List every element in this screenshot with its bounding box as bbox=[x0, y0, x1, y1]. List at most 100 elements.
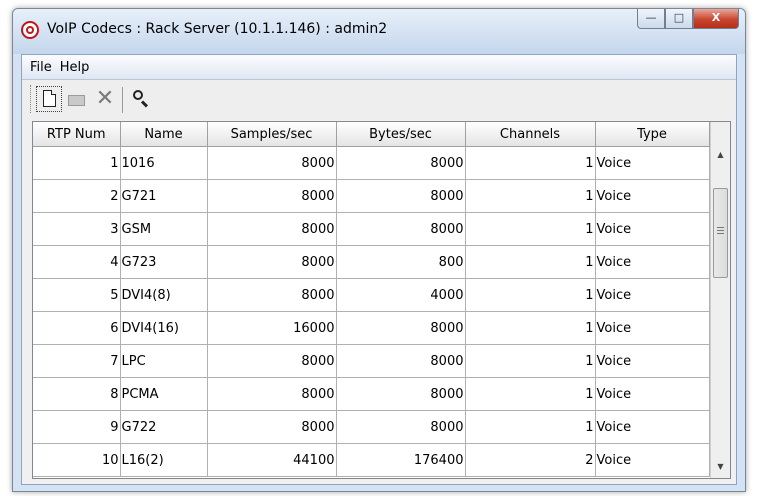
cell-type: Voice bbox=[595, 311, 710, 345]
cell-name: G723 bbox=[120, 245, 208, 279]
cell-bytes: 8000 bbox=[336, 212, 466, 246]
cell-rtp-num: 8 bbox=[33, 377, 121, 411]
cell-channels: 1 bbox=[465, 146, 596, 180]
cell-channels: 1 bbox=[465, 179, 596, 213]
cell-type: Voice bbox=[595, 245, 710, 279]
table-row[interactable]: 8 PCMA 8000 8000 1 Voice bbox=[33, 377, 710, 411]
cell-rtp-num: 2 bbox=[33, 179, 121, 213]
cell-channels: 1 bbox=[465, 245, 596, 279]
cell-rtp-num: 9 bbox=[33, 410, 121, 444]
cell-channels: 1 bbox=[465, 410, 596, 444]
table-row[interactable]: 1 1016 8000 8000 1 Voice bbox=[33, 146, 710, 180]
column-header-type[interactable]: Type bbox=[595, 122, 710, 147]
cell-rtp-num: 1 bbox=[33, 146, 121, 180]
cell-channels: 1 bbox=[465, 377, 596, 411]
cell-rtp-num: 3 bbox=[33, 212, 121, 246]
window-title: VoIP Codecs : Rack Server (10.1.1.146) :… bbox=[47, 21, 388, 37]
app-logo-icon bbox=[21, 21, 39, 39]
cell-samples: 8000 bbox=[207, 245, 337, 279]
new-icon[interactable] bbox=[36, 86, 62, 112]
cell-samples: 16000 bbox=[207, 311, 337, 345]
scroll-down-icon[interactable]: ▼ bbox=[711, 458, 730, 476]
app-window: VoIP Codecs : Rack Server (10.1.1.146) :… bbox=[12, 8, 746, 492]
cell-type: Voice bbox=[595, 278, 710, 312]
menu-help[interactable]: Help bbox=[56, 60, 94, 75]
menu-file[interactable]: File bbox=[26, 60, 56, 75]
minimize-button[interactable]: — bbox=[637, 9, 665, 29]
table-row[interactable]: 7 LPC 8000 8000 1 Voice bbox=[33, 344, 710, 378]
cell-name: 1016 bbox=[120, 146, 208, 180]
cell-type: Voice bbox=[595, 377, 710, 411]
table-row[interactable]: 3 GSM 8000 8000 1 Voice bbox=[33, 212, 710, 246]
cell-bytes: 8000 bbox=[336, 179, 466, 213]
cell-bytes: 8000 bbox=[336, 311, 466, 345]
cell-samples: 8000 bbox=[207, 377, 337, 411]
table-row[interactable]: 10 L16(2) 44100 176400 2 Voice bbox=[33, 443, 710, 477]
vertical-scrollbar[interactable]: ▲ ▼ bbox=[710, 122, 730, 478]
cell-samples: 8000 bbox=[207, 410, 337, 444]
cell-name: PCMA bbox=[120, 377, 208, 411]
delete-icon[interactable]: ✕ bbox=[92, 86, 118, 112]
cell-name: DVI4(8) bbox=[120, 278, 208, 312]
table-row[interactable]: 2 G721 8000 8000 1 Voice bbox=[33, 179, 710, 213]
table-row[interactable]: 6 DVI4(16) 16000 8000 1 Voice bbox=[33, 311, 710, 345]
column-header-channels[interactable]: Channels bbox=[465, 122, 596, 147]
scroll-thumb[interactable] bbox=[713, 188, 728, 278]
toolbar: ✕ bbox=[22, 80, 736, 120]
cell-type: Voice bbox=[595, 146, 710, 180]
open-icon[interactable] bbox=[64, 86, 90, 112]
cell-bytes: 800 bbox=[336, 245, 466, 279]
cell-rtp-num: 7 bbox=[33, 344, 121, 378]
column-header-bytes[interactable]: Bytes/sec bbox=[336, 122, 466, 147]
search-icon[interactable] bbox=[128, 86, 154, 112]
cell-name: DVI4(16) bbox=[120, 311, 208, 345]
cell-name: GSM bbox=[120, 212, 208, 246]
cell-type: Voice bbox=[595, 179, 710, 213]
cell-bytes: 4000 bbox=[336, 278, 466, 312]
cell-name: G722 bbox=[120, 410, 208, 444]
maximize-button[interactable]: □ bbox=[665, 9, 693, 29]
cell-channels: 1 bbox=[465, 311, 596, 345]
cell-samples: 8000 bbox=[207, 278, 337, 312]
cell-samples: 8000 bbox=[207, 212, 337, 246]
cell-bytes: 176400 bbox=[336, 443, 466, 477]
cell-type: Voice bbox=[595, 410, 710, 444]
client-area: File Help ✕ RTP Num Name Samples/sec Byt… bbox=[21, 54, 737, 485]
menu-bar: File Help bbox=[22, 55, 736, 80]
window-controls: — □ X bbox=[637, 9, 739, 31]
cell-bytes: 8000 bbox=[336, 377, 466, 411]
cell-rtp-num: 6 bbox=[33, 311, 121, 345]
codec-table: RTP Num Name Samples/sec Bytes/sec Chann… bbox=[32, 121, 731, 479]
toolbar-grip[interactable] bbox=[30, 85, 33, 113]
cell-type: Voice bbox=[595, 443, 710, 477]
cell-channels: 2 bbox=[465, 443, 596, 477]
cell-rtp-num: 5 bbox=[33, 278, 121, 312]
close-button[interactable]: X bbox=[693, 9, 739, 29]
cell-name: L16(2) bbox=[120, 443, 208, 477]
cell-bytes: 8000 bbox=[336, 410, 466, 444]
table-row[interactable]: 4 G723 8000 800 1 Voice bbox=[33, 245, 710, 279]
column-header-samples[interactable]: Samples/sec bbox=[207, 122, 337, 147]
cell-bytes: 8000 bbox=[336, 146, 466, 180]
grip-icon bbox=[717, 227, 724, 234]
cell-type: Voice bbox=[595, 344, 710, 378]
table-row[interactable]: 9 G722 8000 8000 1 Voice bbox=[33, 410, 710, 444]
table-row[interactable]: 5 DVI4(8) 8000 4000 1 Voice bbox=[33, 278, 710, 312]
toolbar-separator bbox=[122, 87, 123, 113]
cell-rtp-num: 4 bbox=[33, 245, 121, 279]
cell-rtp-num: 10 bbox=[33, 443, 121, 477]
scroll-up-icon[interactable]: ▲ bbox=[711, 146, 730, 164]
cell-name: G721 bbox=[120, 179, 208, 213]
cell-name: LPC bbox=[120, 344, 208, 378]
column-header-name[interactable]: Name bbox=[120, 122, 208, 147]
cell-samples: 8000 bbox=[207, 146, 337, 180]
column-header-rtp-num[interactable]: RTP Num bbox=[33, 122, 121, 147]
cell-samples: 8000 bbox=[207, 179, 337, 213]
title-bar[interactable]: VoIP Codecs : Rack Server (10.1.1.146) :… bbox=[13, 9, 745, 54]
cell-channels: 1 bbox=[465, 344, 596, 378]
cell-bytes: 8000 bbox=[336, 344, 466, 378]
cell-channels: 1 bbox=[465, 278, 596, 312]
cell-type: Voice bbox=[595, 212, 710, 246]
table-header-row: RTP Num Name Samples/sec Bytes/sec Chann… bbox=[33, 122, 710, 147]
cell-samples: 44100 bbox=[207, 443, 337, 477]
